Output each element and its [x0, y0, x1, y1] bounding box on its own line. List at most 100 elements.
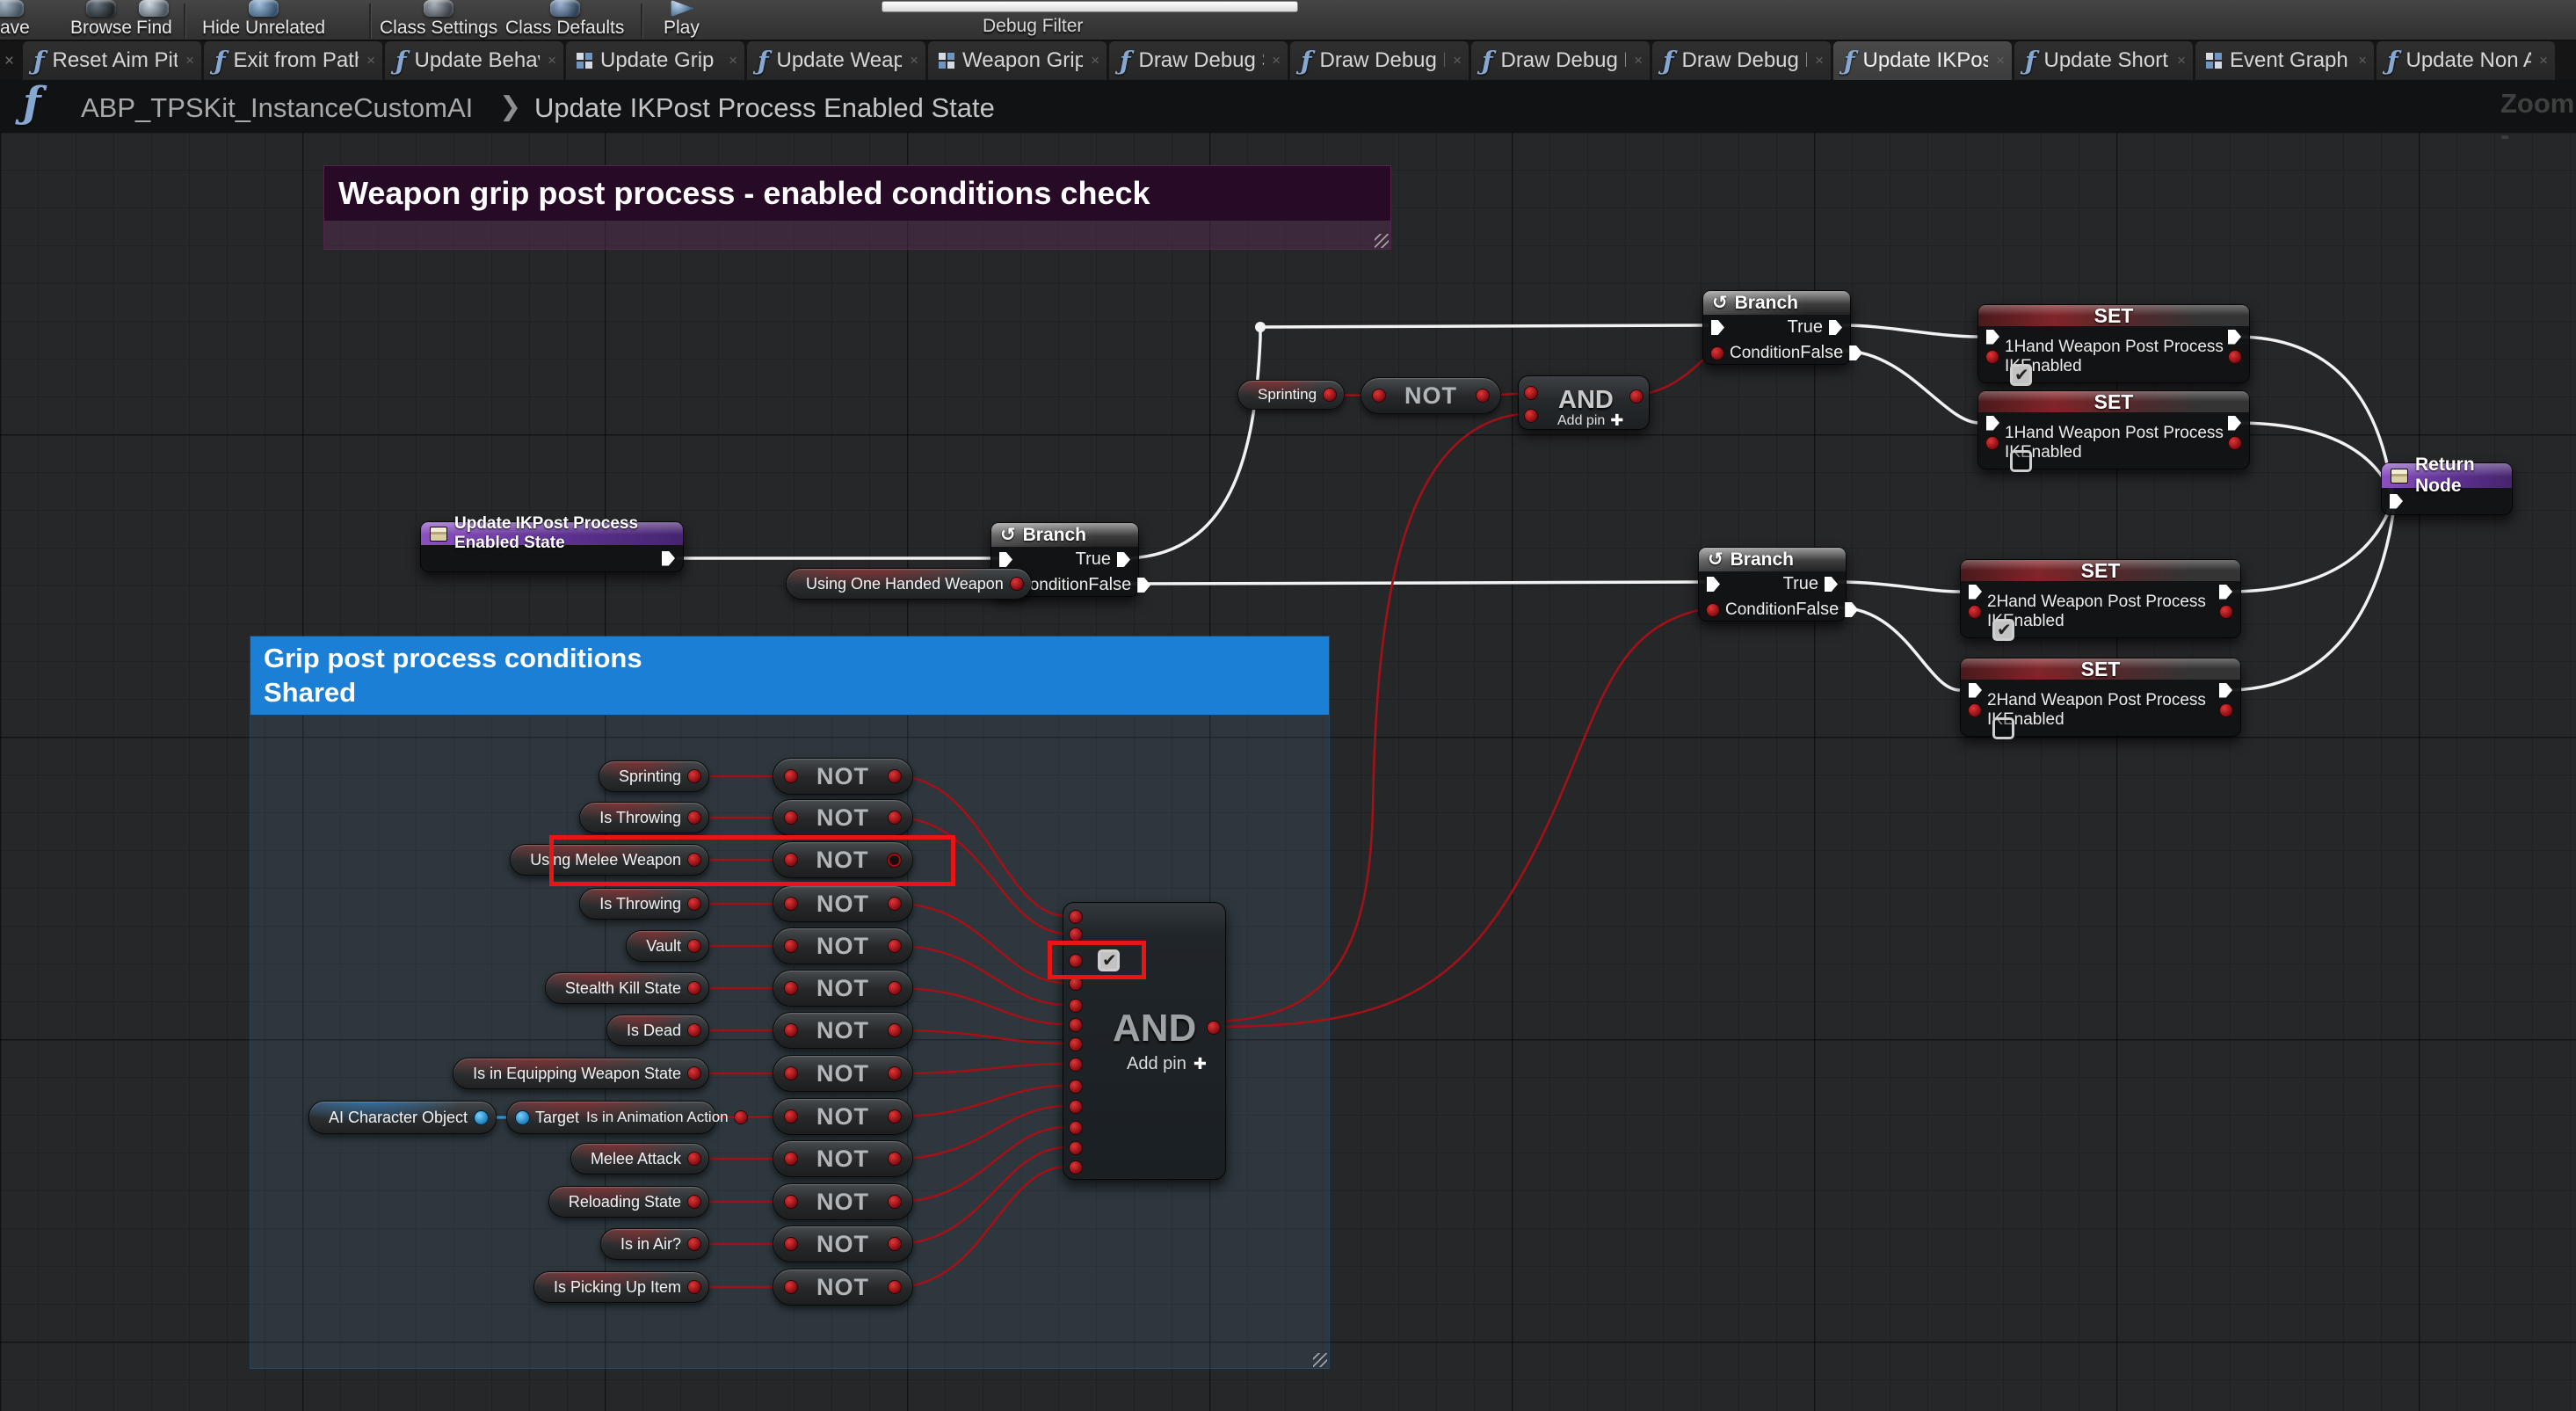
variable-pill-condition[interactable]: Stealth Kill State: [545, 972, 709, 1004]
bool-checkbox-unchecked[interactable]: [1992, 717, 2014, 739]
not-node[interactable]: NOT: [773, 1140, 913, 1177]
bool-output-pin[interactable]: [688, 770, 700, 782]
bool-input-pin[interactable]: [1070, 1161, 1082, 1174]
not-node[interactable]: NOT: [773, 758, 913, 795]
breadcrumb-root[interactable]: ABP_TPSKit_InstanceCustomAI: [81, 92, 473, 124]
bool-output-pin[interactable]: [889, 1238, 901, 1250]
tab-exit-from-pathno[interactable]: ƒExit from Pathno×: [204, 41, 382, 80]
tab-draw-debug-sph[interactable]: ƒDraw Debug Sph×: [1109, 41, 1288, 80]
close-icon[interactable]: ×: [548, 52, 556, 69]
bool-input-pin[interactable]: [785, 1238, 797, 1250]
bool-checkbox-checked[interactable]: [1992, 619, 2014, 641]
close-icon[interactable]: ×: [2177, 52, 2186, 69]
variable-pill-condition[interactable]: Is Throwing: [579, 888, 709, 920]
bool-output-pin[interactable]: [889, 940, 901, 952]
hide-unrelated-button[interactable]: Hide Unrelated: [202, 0, 325, 41]
add-pin-label[interactable]: Add pin: [1557, 413, 1605, 429]
bool-input-pin[interactable]: [1070, 1058, 1082, 1071]
not-node[interactable]: NOT: [773, 799, 913, 836]
close-icon[interactable]: ×: [1815, 52, 1824, 69]
value-output-pin[interactable]: [2220, 704, 2232, 716]
not-node[interactable]: NOT: [773, 927, 913, 964]
bool-output-pin[interactable]: [688, 1067, 700, 1080]
not-node[interactable]: NOT: [773, 1226, 913, 1262]
close-icon[interactable]: ×: [366, 52, 375, 69]
class-defaults-button[interactable]: Class Defaults: [505, 0, 624, 41]
exec-false-output-pin[interactable]: [1845, 602, 1858, 617]
tab-update-behavior[interactable]: ƒUpdate Behavior×: [385, 41, 563, 80]
save-button[interactable]: Save: [0, 0, 30, 41]
bool-output-pin[interactable]: [1011, 578, 1023, 590]
resize-handle[interactable]: [1313, 1353, 1327, 1367]
bool-output-pin[interactable]: [889, 1067, 901, 1080]
variable-pill-condition[interactable]: Sprinting: [599, 760, 709, 792]
add-pin-icon[interactable]: ✚: [1194, 1055, 1207, 1073]
bool-input-pin[interactable]: [1070, 1101, 1082, 1113]
close-icon[interactable]: ×: [1996, 52, 2005, 69]
bool-input-pin[interactable]: [785, 940, 797, 952]
bool-input-pin[interactable]: [785, 898, 797, 910]
close-icon[interactable]: ×: [729, 52, 737, 69]
bool-output-pin[interactable]: [1477, 389, 1489, 402]
object-output-pin[interactable]: [475, 1111, 488, 1124]
close-icon[interactable]: ×: [910, 52, 918, 69]
bool-input-pin[interactable]: [785, 1110, 797, 1123]
bool-output-pin[interactable]: [688, 1238, 700, 1250]
value-input-pin[interactable]: [1969, 704, 1981, 716]
add-pin-label[interactable]: Add pin: [1127, 1054, 1186, 1074]
variable-pill-sprinting[interactable]: Sprinting: [1237, 380, 1345, 410]
value-output-pin[interactable]: [2220, 606, 2232, 618]
not-node[interactable]: NOT: [773, 885, 913, 922]
breadcrumb-current[interactable]: Update IKPost Process Enabled State: [534, 92, 995, 124]
function-entry-node[interactable]: Update IKPost Process Enabled State: [420, 521, 684, 572]
exec-true-output-pin[interactable]: [1825, 577, 1838, 592]
comment-node-weapon-grip[interactable]: Weapon grip post process - enabled condi…: [323, 165, 1391, 250]
bool-output-pin[interactable]: [735, 1111, 747, 1124]
branch-node-top[interactable]: ↺Branch True Condition False: [1702, 290, 1851, 365]
tab-weapon-grip-pos[interactable]: Weapon Grip Pos×: [928, 41, 1107, 80]
tab-draw-debug-iksp[interactable]: ƒDraw Debug IKSp×: [1290, 41, 1469, 80]
function-pill-is-in-animation-action[interactable]: Target Is in Animation Action: [506, 1101, 716, 1134]
close-icon[interactable]: ×: [1453, 52, 1462, 69]
not-node[interactable]: NOT: [773, 1098, 913, 1135]
bool-input-pin[interactable]: [785, 1024, 797, 1036]
bool-input-pin[interactable]: [1070, 1122, 1082, 1134]
exec-output-pin[interactable]: [662, 551, 675, 566]
bool-input-pin[interactable]: [785, 770, 797, 782]
bool-output-pin[interactable]: [889, 1110, 901, 1123]
exec-output-pin[interactable]: [2228, 330, 2241, 345]
condition-input-pin[interactable]: [1707, 604, 1719, 616]
bool-input-pin[interactable]: [1373, 389, 1385, 402]
bool-input-pin[interactable]: [785, 854, 797, 866]
bool-input-pin[interactable]: [785, 1281, 797, 1293]
not-node[interactable]: NOT: [773, 1183, 913, 1220]
tab-update-short-we[interactable]: ƒUpdate Short We×: [2014, 41, 2193, 80]
tab-draw-debug-low[interactable]: ƒDraw Debug Low×: [1471, 41, 1650, 80]
close-icon[interactable]: ×: [1091, 52, 1099, 69]
close-icon[interactable]: ×: [2358, 52, 2367, 69]
bool-input-pin[interactable]: [1070, 911, 1082, 923]
exec-false-output-pin[interactable]: [1137, 578, 1150, 593]
exec-input-pin[interactable]: [2390, 494, 2403, 509]
bool-output-pin[interactable]: [688, 1024, 700, 1036]
exec-output-pin[interactable]: [2219, 585, 2232, 600]
bool-input-pin[interactable]: [1070, 1080, 1082, 1093]
bool-input-pin[interactable]: [1070, 978, 1082, 990]
bool-output-pin[interactable]: [889, 982, 901, 994]
bool-output-pin[interactable]: [1208, 1022, 1220, 1034]
not-node-top[interactable]: NOT: [1361, 377, 1501, 414]
exec-input-pin[interactable]: [999, 552, 1012, 567]
resize-handle[interactable]: [1375, 234, 1389, 248]
browse-button[interactable]: Browse: [70, 0, 132, 41]
bool-checkbox-unchecked[interactable]: [2010, 450, 2032, 472]
class-settings-button[interactable]: Class Settings: [380, 0, 497, 41]
debug-object-dropdown[interactable]: [882, 1, 1298, 12]
bool-input-pin[interactable]: [785, 811, 797, 824]
bool-input-pin[interactable]: [785, 1153, 797, 1165]
condition-input-pin[interactable]: [1711, 347, 1723, 360]
not-node[interactable]: NOT: [773, 1012, 913, 1049]
variable-pill-condition[interactable]: Is Dead: [606, 1015, 709, 1046]
bool-output-pin[interactable]: [688, 898, 700, 910]
not-node[interactable]: NOT: [773, 1269, 913, 1306]
and-node-main[interactable]: AND Add pin✚: [1063, 902, 1226, 1180]
